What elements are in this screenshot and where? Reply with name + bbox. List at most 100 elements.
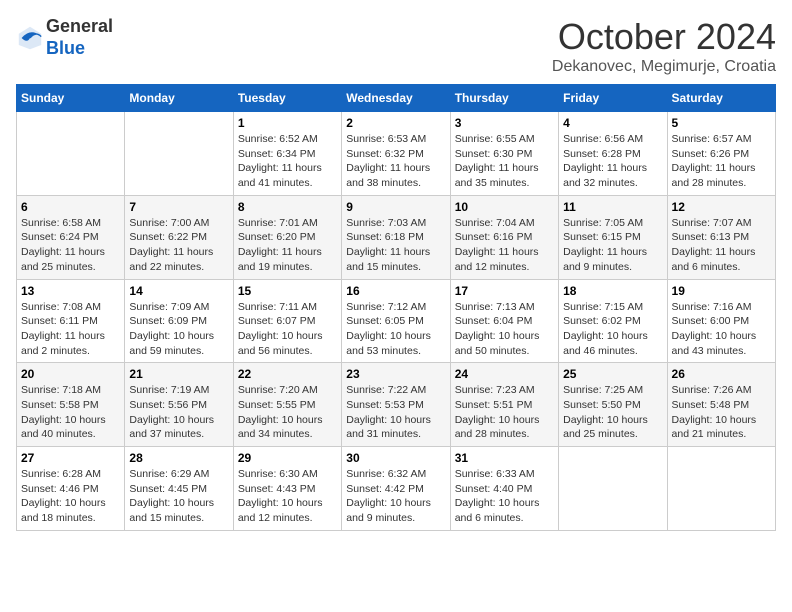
- day-number: 6: [21, 200, 120, 214]
- calendar-table: SundayMondayTuesdayWednesdayThursdayFrid…: [16, 84, 776, 531]
- calendar-day-cell: 12 Sunrise: 7:07 AMSunset: 6:13 PMDayligh…: [667, 195, 775, 279]
- calendar-day-cell: [559, 447, 667, 531]
- calendar-day-cell: 7Sunrise: 7:00 AMSunset: 6:22 PMDaylight…: [125, 195, 233, 279]
- logo-general-text: General: [46, 16, 113, 36]
- day-info: Sunrise: 6:32 AMSunset: 4:42 PMDaylight:…: [346, 467, 445, 526]
- day-number: 29: [238, 451, 337, 465]
- calendar-day-cell: 26 Sunrise: 7:26 AMSunset: 5:48 PMDayligh…: [667, 363, 775, 447]
- day-info: Sunrise: 7:26 AMSunset: 5:48 PMDaylight:…: [672, 383, 771, 442]
- day-number: 26: [672, 367, 771, 381]
- calendar-week-row: 27Sunrise: 6:28 AMSunset: 4:46 PMDayligh…: [17, 447, 776, 531]
- calendar-week-row: 20 Sunrise: 7:18 AMSunset: 5:58 PMDayligh…: [17, 363, 776, 447]
- day-info: Sunrise: 6:53 AMSunset: 6:32 PMDaylight:…: [346, 132, 445, 191]
- day-number: 3: [455, 116, 554, 130]
- calendar-day-cell: 29 Sunrise: 6:30 AMSunset: 4:43 PMDayligh…: [233, 447, 341, 531]
- calendar-day-cell: 21Sunrise: 7:19 AMSunset: 5:56 PMDayligh…: [125, 363, 233, 447]
- logo: General Blue: [16, 16, 113, 59]
- calendar-day-cell: 23Sunrise: 7:22 AMSunset: 5:53 PMDayligh…: [342, 363, 450, 447]
- day-number: 21: [129, 367, 228, 381]
- day-info: Sunrise: 7:09 AMSunset: 6:09 PMDaylight:…: [129, 300, 228, 359]
- day-number: 9: [346, 200, 445, 214]
- calendar-day-cell: 10 Sunrise: 7:04 AMSunset: 6:16 PMDayligh…: [450, 195, 558, 279]
- calendar-day-cell: 16 Sunrise: 7:12 AMSunset: 6:05 PMDayligh…: [342, 279, 450, 363]
- calendar-day-cell: 19 Sunrise: 7:16 AMSunset: 6:00 PMDayligh…: [667, 279, 775, 363]
- day-info: Sunrise: 6:56 AMSunset: 6:28 PMDaylight:…: [563, 132, 662, 191]
- day-number: 17: [455, 284, 554, 298]
- day-info: Sunrise: 6:29 AMSunset: 4:45 PMDaylight:…: [129, 467, 228, 526]
- location: Dekanovec, Megimurje, Croatia: [552, 58, 776, 76]
- day-info: Sunrise: 7:15 AMSunset: 6:02 PMDaylight:…: [563, 300, 662, 359]
- calendar-day-cell: 9 Sunrise: 7:03 AMSunset: 6:18 PMDaylight…: [342, 195, 450, 279]
- calendar-day-cell: 1Sunrise: 6:52 AMSunset: 6:34 PMDaylight…: [233, 112, 341, 196]
- day-number: 22: [238, 367, 337, 381]
- day-number: 5: [672, 116, 771, 130]
- day-number: 18: [563, 284, 662, 298]
- day-number: 16: [346, 284, 445, 298]
- calendar-day-cell: 17 Sunrise: 7:13 AMSunset: 6:04 PMDayligh…: [450, 279, 558, 363]
- calendar-day-cell: 8Sunrise: 7:01 AMSunset: 6:20 PMDaylight…: [233, 195, 341, 279]
- calendar-day-cell: 15 Sunrise: 7:11 AMSunset: 6:07 PMDayligh…: [233, 279, 341, 363]
- day-info: Sunrise: 7:18 AMSunset: 5:58 PMDaylight:…: [21, 383, 120, 442]
- day-number: 31: [455, 451, 554, 465]
- month-title: October 2024: [552, 16, 776, 58]
- day-number: 11: [563, 200, 662, 214]
- day-info: Sunrise: 7:07 AMSunset: 6:13 PMDaylight:…: [672, 216, 771, 275]
- page-header: General Blue October 2024 Dekanovec, Meg…: [16, 16, 776, 76]
- calendar-day-cell: 14 Sunrise: 7:09 AMSunset: 6:09 PMDayligh…: [125, 279, 233, 363]
- day-info: Sunrise: 7:23 AMSunset: 5:51 PMDaylight:…: [455, 383, 554, 442]
- day-info: Sunrise: 7:16 AMSunset: 6:00 PMDaylight:…: [672, 300, 771, 359]
- logo-blue-text: Blue: [46, 38, 85, 58]
- calendar-day-cell: 27Sunrise: 6:28 AMSunset: 4:46 PMDayligh…: [17, 447, 125, 531]
- day-number: 7: [129, 200, 228, 214]
- calendar-day-cell: 18 Sunrise: 7:15 AMSunset: 6:02 PMDayligh…: [559, 279, 667, 363]
- day-info: Sunrise: 6:58 AMSunset: 6:24 PMDaylight:…: [21, 216, 120, 275]
- day-info: Sunrise: 7:03 AMSunset: 6:18 PMDaylight:…: [346, 216, 445, 275]
- calendar-day-cell: 20 Sunrise: 7:18 AMSunset: 5:58 PMDayligh…: [17, 363, 125, 447]
- day-number: 15: [238, 284, 337, 298]
- calendar-header-row: SundayMondayTuesdayWednesdayThursdayFrid…: [17, 85, 776, 112]
- day-info: Sunrise: 7:11 AMSunset: 6:07 PMDaylight:…: [238, 300, 337, 359]
- calendar-day-cell: 22 Sunrise: 7:20 AMSunset: 5:55 PMDayligh…: [233, 363, 341, 447]
- calendar-day-cell: 4 Sunrise: 6:56 AMSunset: 6:28 PMDaylight…: [559, 112, 667, 196]
- calendar-day-cell: 13Sunrise: 7:08 AMSunset: 6:11 PMDayligh…: [17, 279, 125, 363]
- calendar-day-cell: 3 Sunrise: 6:55 AMSunset: 6:30 PMDaylight…: [450, 112, 558, 196]
- calendar-day-cell: 6 Sunrise: 6:58 AMSunset: 6:24 PMDaylight…: [17, 195, 125, 279]
- day-number: 13: [21, 284, 120, 298]
- day-number: 10: [455, 200, 554, 214]
- day-number: 4: [563, 116, 662, 130]
- day-number: 19: [672, 284, 771, 298]
- day-info: Sunrise: 6:52 AMSunset: 6:34 PMDaylight:…: [238, 132, 337, 191]
- calendar-day-cell: 5 Sunrise: 6:57 AMSunset: 6:26 PMDaylight…: [667, 112, 775, 196]
- day-number: 14: [129, 284, 228, 298]
- day-info: Sunrise: 7:12 AMSunset: 6:05 PMDaylight:…: [346, 300, 445, 359]
- day-number: 2: [346, 116, 445, 130]
- day-number: 23: [346, 367, 445, 381]
- day-info: Sunrise: 6:55 AMSunset: 6:30 PMDaylight:…: [455, 132, 554, 191]
- logo-icon: [16, 24, 44, 52]
- day-number: 28: [129, 451, 228, 465]
- calendar-day-cell: 24 Sunrise: 7:23 AMSunset: 5:51 PMDayligh…: [450, 363, 558, 447]
- calendar-day-cell: [17, 112, 125, 196]
- calendar-day-cell: [125, 112, 233, 196]
- day-info: Sunrise: 7:04 AMSunset: 6:16 PMDaylight:…: [455, 216, 554, 275]
- calendar-week-row: 1Sunrise: 6:52 AMSunset: 6:34 PMDaylight…: [17, 112, 776, 196]
- day-number: 20: [21, 367, 120, 381]
- day-number: 24: [455, 367, 554, 381]
- weekday-header: Friday: [559, 85, 667, 112]
- day-info: Sunrise: 7:13 AMSunset: 6:04 PMDaylight:…: [455, 300, 554, 359]
- day-info: Sunrise: 7:05 AMSunset: 6:15 PMDaylight:…: [563, 216, 662, 275]
- calendar-day-cell: [667, 447, 775, 531]
- day-info: Sunrise: 6:30 AMSunset: 4:43 PMDaylight:…: [238, 467, 337, 526]
- calendar-day-cell: 2 Sunrise: 6:53 AMSunset: 6:32 PMDaylight…: [342, 112, 450, 196]
- calendar-day-cell: 28 Sunrise: 6:29 AMSunset: 4:45 PMDayligh…: [125, 447, 233, 531]
- day-info: Sunrise: 6:57 AMSunset: 6:26 PMDaylight:…: [672, 132, 771, 191]
- weekday-header: Monday: [125, 85, 233, 112]
- day-info: Sunrise: 7:25 AMSunset: 5:50 PMDaylight:…: [563, 383, 662, 442]
- title-block: October 2024 Dekanovec, Megimurje, Croat…: [552, 16, 776, 76]
- day-number: 12: [672, 200, 771, 214]
- weekday-header: Sunday: [17, 85, 125, 112]
- day-info: Sunrise: 7:20 AMSunset: 5:55 PMDaylight:…: [238, 383, 337, 442]
- day-number: 30: [346, 451, 445, 465]
- calendar-day-cell: 25Sunrise: 7:25 AMSunset: 5:50 PMDayligh…: [559, 363, 667, 447]
- calendar-week-row: 13Sunrise: 7:08 AMSunset: 6:11 PMDayligh…: [17, 279, 776, 363]
